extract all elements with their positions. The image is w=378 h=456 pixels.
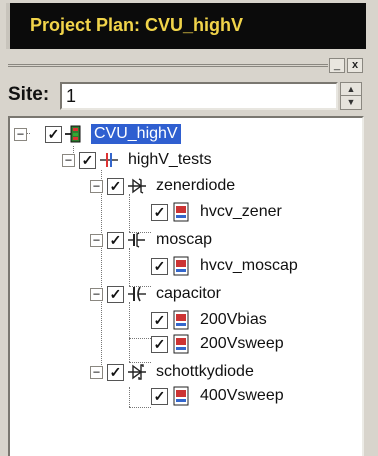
- site-label: Site:: [8, 84, 50, 105]
- site-spinner[interactable]: ▲ ▼: [340, 82, 362, 110]
- tree-node-device[interactable]: − ✓ zenerdiode: [90, 174, 238, 198]
- tree-label-test[interactable]: hvcv_zener: [197, 202, 285, 222]
- tree-node-group[interactable]: − ✓ highV_tests: [62, 148, 215, 172]
- checkbox-test[interactable]: ✓: [151, 311, 168, 329]
- test-script-icon: [173, 334, 189, 354]
- tree-label-test[interactable]: 200Vbias: [197, 310, 270, 330]
- capacitor-icon: [128, 286, 146, 302]
- collapse-icon[interactable]: −: [90, 179, 103, 193]
- checkbox-device[interactable]: ✓: [107, 231, 124, 249]
- title-bar: Project Plan: CVU_highV: [6, 3, 366, 49]
- tree-node-test[interactable]: ✓ 200Vsweep: [151, 332, 287, 356]
- test-script-icon: [173, 202, 189, 222]
- tree-node-test[interactable]: ✓ 200Vbias: [151, 308, 270, 332]
- tree-node-device[interactable]: − ✓ moscap: [90, 228, 215, 252]
- close-button[interactable]: x: [347, 58, 363, 73]
- checkbox-group[interactable]: ✓: [79, 151, 96, 169]
- test-group-icon: [100, 153, 118, 167]
- project-tree[interactable]: − ✓ CVU_highV − ✓ highV_tests − ✓ zenerd…: [8, 116, 364, 456]
- tree-node-device[interactable]: − ✓ schottkydiode: [90, 360, 257, 384]
- tree-node-device[interactable]: − ✓ capacitor: [90, 282, 224, 306]
- tree-label-test[interactable]: 400Vsweep: [197, 386, 287, 406]
- schottky-diode-icon: [128, 364, 146, 380]
- tree-node-test[interactable]: ✓ 400Vsweep: [151, 384, 287, 408]
- checkbox-device[interactable]: ✓: [107, 363, 124, 381]
- tree-node-test[interactable]: ✓ hvcv_moscap: [151, 254, 301, 278]
- tree-label-test[interactable]: hvcv_moscap: [197, 256, 301, 276]
- collapse-icon[interactable]: −: [14, 127, 27, 141]
- minimize-button[interactable]: _: [329, 58, 345, 73]
- collapse-icon[interactable]: −: [90, 233, 103, 247]
- collapse-icon[interactable]: −: [90, 365, 103, 379]
- checkbox-test[interactable]: ✓: [151, 387, 168, 405]
- test-script-icon: [173, 386, 189, 406]
- tree-label-device[interactable]: moscap: [153, 230, 215, 250]
- spin-down-icon[interactable]: ▼: [341, 96, 361, 109]
- tree-label-device[interactable]: schottkydiode: [153, 362, 257, 382]
- zener-diode-icon: [128, 178, 146, 194]
- tree-label-device[interactable]: capacitor: [153, 284, 224, 304]
- spin-up-icon[interactable]: ▲: [341, 83, 361, 96]
- test-script-icon: [173, 256, 189, 276]
- collapse-icon[interactable]: −: [90, 287, 103, 301]
- site-input[interactable]: 1: [60, 82, 338, 110]
- moscap-icon: [128, 232, 145, 248]
- checkbox-test[interactable]: ✓: [151, 335, 168, 353]
- tree-node-test[interactable]: ✓ hvcv_zener: [151, 200, 285, 224]
- checkbox-root[interactable]: ✓: [45, 125, 62, 143]
- tree-label-group[interactable]: highV_tests: [125, 150, 215, 170]
- tree-label-test[interactable]: 200Vsweep: [197, 334, 287, 354]
- checkbox-test[interactable]: ✓: [151, 257, 168, 275]
- checkbox-device[interactable]: ✓: [107, 285, 124, 303]
- project-tree-icon: [65, 125, 81, 143]
- test-script-icon: [173, 310, 189, 330]
- tree-label-device[interactable]: zenerdiode: [153, 176, 238, 196]
- checkbox-device[interactable]: ✓: [107, 177, 124, 195]
- tree-label-root[interactable]: CVU_highV: [91, 124, 181, 144]
- window-title: Project Plan: CVU_highV: [30, 15, 244, 35]
- tree-node-root[interactable]: − ✓ CVU_highV: [14, 122, 181, 146]
- collapse-icon[interactable]: −: [62, 153, 75, 167]
- checkbox-test[interactable]: ✓: [151, 203, 168, 221]
- toolbar-grip[interactable]: [8, 64, 328, 70]
